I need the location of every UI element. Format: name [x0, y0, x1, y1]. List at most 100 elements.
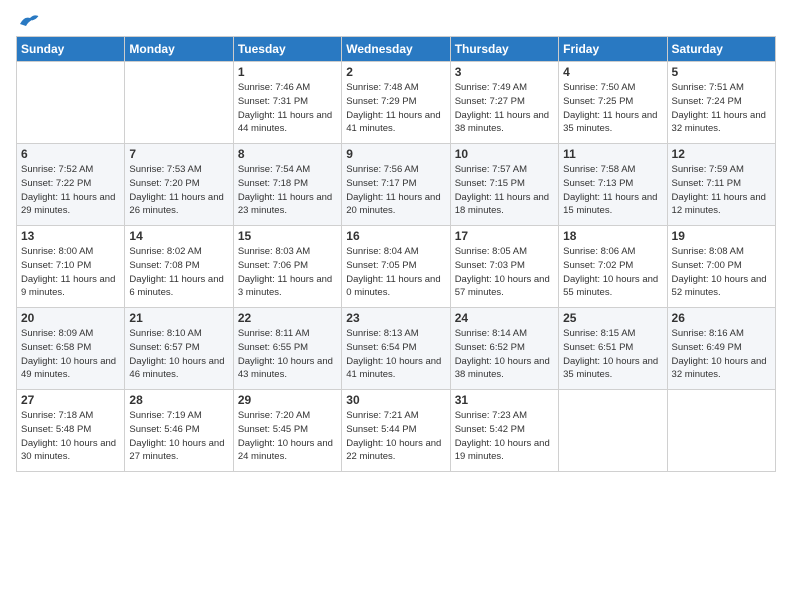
sunset-text: Sunset: 5:44 PM — [346, 424, 416, 435]
day-number: 29 — [238, 393, 337, 407]
calendar-cell: 19 Sunrise: 8:08 AM Sunset: 7:00 PM Dayl… — [667, 226, 775, 308]
sunrise-text: Sunrise: 8:14 AM — [455, 328, 527, 339]
daylight-text: Daylight: 11 hours and 44 minutes. — [238, 110, 332, 135]
calendar-cell: 11 Sunrise: 7:58 AM Sunset: 7:13 PM Dayl… — [559, 144, 667, 226]
week-row-1: 1 Sunrise: 7:46 AM Sunset: 7:31 PM Dayli… — [17, 62, 776, 144]
day-info: Sunrise: 8:15 AM Sunset: 6:51 PM Dayligh… — [563, 327, 662, 382]
day-info: Sunrise: 7:49 AM Sunset: 7:27 PM Dayligh… — [455, 81, 554, 136]
day-number: 3 — [455, 65, 554, 79]
weekday-header-sunday: Sunday — [17, 37, 125, 62]
day-info: Sunrise: 7:50 AM Sunset: 7:25 PM Dayligh… — [563, 81, 662, 136]
week-row-2: 6 Sunrise: 7:52 AM Sunset: 7:22 PM Dayli… — [17, 144, 776, 226]
sunrise-text: Sunrise: 8:06 AM — [563, 246, 635, 257]
sunset-text: Sunset: 7:10 PM — [21, 260, 91, 271]
sunrise-text: Sunrise: 8:05 AM — [455, 246, 527, 257]
sunrise-text: Sunrise: 7:51 AM — [672, 82, 744, 93]
sunset-text: Sunset: 7:17 PM — [346, 178, 416, 189]
day-info: Sunrise: 7:58 AM Sunset: 7:13 PM Dayligh… — [563, 163, 662, 218]
calendar-cell: 31 Sunrise: 7:23 AM Sunset: 5:42 PM Dayl… — [450, 390, 558, 472]
daylight-text: Daylight: 11 hours and 32 minutes. — [672, 110, 766, 135]
day-number: 2 — [346, 65, 445, 79]
sunset-text: Sunset: 5:46 PM — [129, 424, 199, 435]
day-number: 12 — [672, 147, 771, 161]
day-number: 14 — [129, 229, 228, 243]
logo-bird-icon — [18, 12, 40, 30]
calendar-cell: 7 Sunrise: 7:53 AM Sunset: 7:20 PM Dayli… — [125, 144, 233, 226]
weekday-header-tuesday: Tuesday — [233, 37, 341, 62]
daylight-text: Daylight: 10 hours and 43 minutes. — [238, 356, 333, 381]
day-info: Sunrise: 7:51 AM Sunset: 7:24 PM Dayligh… — [672, 81, 771, 136]
calendar-cell: 24 Sunrise: 8:14 AM Sunset: 6:52 PM Dayl… — [450, 308, 558, 390]
calendar-table: SundayMondayTuesdayWednesdayThursdayFrid… — [16, 36, 776, 472]
day-number: 5 — [672, 65, 771, 79]
weekday-header-row: SundayMondayTuesdayWednesdayThursdayFrid… — [17, 37, 776, 62]
calendar-cell: 13 Sunrise: 8:00 AM Sunset: 7:10 PM Dayl… — [17, 226, 125, 308]
week-row-4: 20 Sunrise: 8:09 AM Sunset: 6:58 PM Dayl… — [17, 308, 776, 390]
sunrise-text: Sunrise: 7:52 AM — [21, 164, 93, 175]
sunrise-text: Sunrise: 8:10 AM — [129, 328, 201, 339]
sunset-text: Sunset: 6:58 PM — [21, 342, 91, 353]
sunset-text: Sunset: 7:22 PM — [21, 178, 91, 189]
day-number: 21 — [129, 311, 228, 325]
sunrise-text: Sunrise: 7:59 AM — [672, 164, 744, 175]
calendar-cell: 16 Sunrise: 8:04 AM Sunset: 7:05 PM Dayl… — [342, 226, 450, 308]
day-number: 6 — [21, 147, 120, 161]
daylight-text: Daylight: 11 hours and 35 minutes. — [563, 110, 657, 135]
sunrise-text: Sunrise: 7:21 AM — [346, 410, 418, 421]
day-number: 26 — [672, 311, 771, 325]
day-info: Sunrise: 8:09 AM Sunset: 6:58 PM Dayligh… — [21, 327, 120, 382]
calendar-cell: 5 Sunrise: 7:51 AM Sunset: 7:24 PM Dayli… — [667, 62, 775, 144]
day-info: Sunrise: 8:02 AM Sunset: 7:08 PM Dayligh… — [129, 245, 228, 300]
daylight-text: Daylight: 10 hours and 35 minutes. — [563, 356, 658, 381]
day-number: 15 — [238, 229, 337, 243]
day-info: Sunrise: 7:59 AM Sunset: 7:11 PM Dayligh… — [672, 163, 771, 218]
calendar-cell: 28 Sunrise: 7:19 AM Sunset: 5:46 PM Dayl… — [125, 390, 233, 472]
daylight-text: Daylight: 10 hours and 52 minutes. — [672, 274, 767, 299]
daylight-text: Daylight: 11 hours and 3 minutes. — [238, 274, 332, 299]
sunset-text: Sunset: 5:48 PM — [21, 424, 91, 435]
sunrise-text: Sunrise: 7:18 AM — [21, 410, 93, 421]
sunset-text: Sunset: 6:54 PM — [346, 342, 416, 353]
day-info: Sunrise: 8:06 AM Sunset: 7:02 PM Dayligh… — [563, 245, 662, 300]
sunset-text: Sunset: 6:55 PM — [238, 342, 308, 353]
sunrise-text: Sunrise: 7:23 AM — [455, 410, 527, 421]
calendar-cell: 18 Sunrise: 8:06 AM Sunset: 7:02 PM Dayl… — [559, 226, 667, 308]
weekday-header-saturday: Saturday — [667, 37, 775, 62]
sunset-text: Sunset: 7:05 PM — [346, 260, 416, 271]
sunrise-text: Sunrise: 7:48 AM — [346, 82, 418, 93]
week-row-5: 27 Sunrise: 7:18 AM Sunset: 5:48 PM Dayl… — [17, 390, 776, 472]
calendar-cell: 30 Sunrise: 7:21 AM Sunset: 5:44 PM Dayl… — [342, 390, 450, 472]
day-info: Sunrise: 8:03 AM Sunset: 7:06 PM Dayligh… — [238, 245, 337, 300]
calendar-cell: 3 Sunrise: 7:49 AM Sunset: 7:27 PM Dayli… — [450, 62, 558, 144]
day-info: Sunrise: 8:04 AM Sunset: 7:05 PM Dayligh… — [346, 245, 445, 300]
daylight-text: Daylight: 10 hours and 46 minutes. — [129, 356, 224, 381]
day-number: 30 — [346, 393, 445, 407]
calendar-cell: 15 Sunrise: 8:03 AM Sunset: 7:06 PM Dayl… — [233, 226, 341, 308]
sunrise-text: Sunrise: 7:53 AM — [129, 164, 201, 175]
sunrise-text: Sunrise: 7:56 AM — [346, 164, 418, 175]
day-number: 11 — [563, 147, 662, 161]
day-info: Sunrise: 7:52 AM Sunset: 7:22 PM Dayligh… — [21, 163, 120, 218]
day-number: 28 — [129, 393, 228, 407]
sunset-text: Sunset: 7:13 PM — [563, 178, 633, 189]
day-number: 1 — [238, 65, 337, 79]
sunset-text: Sunset: 7:15 PM — [455, 178, 525, 189]
day-info: Sunrise: 8:14 AM Sunset: 6:52 PM Dayligh… — [455, 327, 554, 382]
calendar-cell — [559, 390, 667, 472]
day-info: Sunrise: 7:54 AM Sunset: 7:18 PM Dayligh… — [238, 163, 337, 218]
day-info: Sunrise: 7:19 AM Sunset: 5:46 PM Dayligh… — [129, 409, 228, 464]
daylight-text: Daylight: 11 hours and 41 minutes. — [346, 110, 440, 135]
calendar-cell: 8 Sunrise: 7:54 AM Sunset: 7:18 PM Dayli… — [233, 144, 341, 226]
day-number: 20 — [21, 311, 120, 325]
sunset-text: Sunset: 5:45 PM — [238, 424, 308, 435]
sunrise-text: Sunrise: 8:08 AM — [672, 246, 744, 257]
sunrise-text: Sunrise: 8:09 AM — [21, 328, 93, 339]
calendar-cell: 25 Sunrise: 8:15 AM Sunset: 6:51 PM Dayl… — [559, 308, 667, 390]
calendar-cell: 29 Sunrise: 7:20 AM Sunset: 5:45 PM Dayl… — [233, 390, 341, 472]
daylight-text: Daylight: 10 hours and 57 minutes. — [455, 274, 550, 299]
calendar-cell: 23 Sunrise: 8:13 AM Sunset: 6:54 PM Dayl… — [342, 308, 450, 390]
sunrise-text: Sunrise: 7:46 AM — [238, 82, 310, 93]
day-number: 19 — [672, 229, 771, 243]
sunrise-text: Sunrise: 7:54 AM — [238, 164, 310, 175]
sunrise-text: Sunrise: 8:15 AM — [563, 328, 635, 339]
